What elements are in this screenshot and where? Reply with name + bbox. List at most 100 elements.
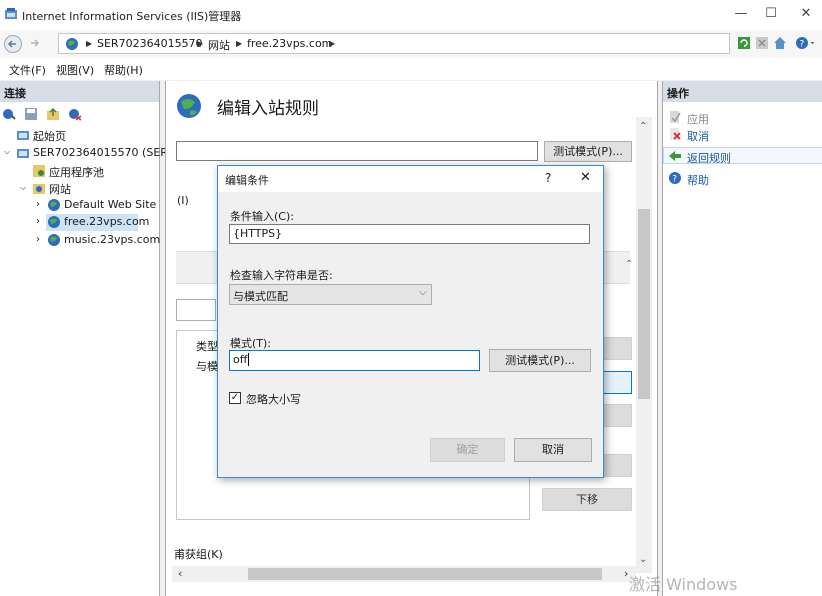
action-apply[interactable]: 应用 xyxy=(687,111,709,127)
home-icon[interactable] xyxy=(773,36,787,53)
title-bar: Internet Information Services (IIS)管理器 —… xyxy=(0,0,822,30)
actions-title: 操作 xyxy=(663,81,822,102)
dialog-close-button[interactable]: ✕ xyxy=(580,170,591,185)
site-globe-icon xyxy=(47,215,61,232)
forward-arrow-icon[interactable] xyxy=(26,35,44,53)
close-window-button[interactable]: ✕ xyxy=(797,6,815,22)
breadcrumb-sites[interactable]: 网站 xyxy=(208,37,230,53)
connections-toolbar xyxy=(0,104,160,124)
scrollbar-thumb[interactable] xyxy=(638,209,650,399)
help-icon: ? xyxy=(668,171,682,188)
site-globe-icon xyxy=(47,233,61,250)
check-if-value: 与模式匹配 xyxy=(233,290,288,303)
app-pool-icon xyxy=(32,164,46,181)
edit-condition-dialog: 编辑条件 ? ✕ 条件输入(C): {HTTPS} 检查输入字符串是否: 与模式… xyxy=(217,165,604,478)
svg-text:?: ? xyxy=(800,40,805,50)
connect-icon[interactable] xyxy=(2,107,16,124)
activation-watermark: 激活 Windows xyxy=(629,575,738,594)
server-icon xyxy=(16,146,30,163)
refresh-icon[interactable] xyxy=(737,36,751,53)
tree-item-app-pools[interactable]: 应用程序池 xyxy=(49,164,104,180)
tree-item-default-site[interactable]: Default Web Site xyxy=(64,198,156,211)
ignore-case-checkbox[interactable]: ✓ xyxy=(229,392,241,404)
apply-icon xyxy=(668,110,682,127)
page-heading: 编辑入站规则 xyxy=(217,99,319,119)
stop-icon[interactable] xyxy=(755,36,769,53)
pattern-field[interactable]: off xyxy=(229,350,480,371)
tree-item-free-site[interactable]: free.23vps.com xyxy=(64,215,149,228)
test-pattern-button[interactable]: 测试模式(P)... xyxy=(489,349,591,372)
window-title: Internet Information Services (IIS)管理器 xyxy=(22,10,242,23)
svg-text:?: ? xyxy=(672,175,677,185)
tree-item-sites[interactable]: 网站 xyxy=(49,181,71,197)
ok-button[interactable]: 确定 xyxy=(430,438,505,462)
chevron-down-icon: ⌵ xyxy=(419,287,427,298)
chevron-right-icon[interactable]: › xyxy=(36,199,40,210)
maximize-button[interactable]: ☐ xyxy=(762,6,780,22)
partial-label: (I) xyxy=(177,194,189,207)
disconnect-icon[interactable] xyxy=(68,107,82,124)
iis-app-icon xyxy=(4,7,18,21)
pattern-label: 模式(T): xyxy=(230,337,272,350)
start-page-icon xyxy=(16,128,30,145)
scroll-up-icon[interactable]: ⌃ xyxy=(639,121,647,132)
cancel-button[interactable]: 取消 xyxy=(514,438,592,462)
back-arrow-icon[interactable] xyxy=(4,35,22,53)
collapse-icon[interactable]: ⌃ xyxy=(625,259,633,270)
connections-panel: 连接 起始页 ⌵ SER702364015570 (SER702 应用程序池 ⌵… xyxy=(0,81,189,596)
scroll-left-icon[interactable]: ‹ xyxy=(178,567,182,580)
breadcrumb-separator-icon: ▶ xyxy=(86,39,93,48)
action-cancel[interactable]: 取消 xyxy=(687,128,709,144)
breadcrumb-site[interactable]: free.23vps.com xyxy=(247,37,332,50)
address-path[interactable]: ▶ SER702364015570 ▶ 网站 ▶ free.23vps.com … xyxy=(58,33,730,54)
dialog-body: 条件输入(C): {HTTPS} 检查输入字符串是否: 与模式匹配 ⌵ 模式(T… xyxy=(218,192,603,477)
text-cursor xyxy=(248,353,250,366)
move-down-button[interactable]: 下移 xyxy=(542,488,632,511)
cancel-icon xyxy=(668,127,682,144)
hscrollbar-thumb[interactable] xyxy=(248,568,602,580)
actions-panel: 操作 应用 取消 返回规则 ? 帮助 xyxy=(662,81,822,596)
dialog-title: 编辑条件 xyxy=(225,174,269,187)
test-pattern-button[interactable]: 测试模式(P)... xyxy=(544,141,632,162)
chevron-down-icon[interactable]: ⌵ xyxy=(4,147,10,157)
scroll-right-icon[interactable]: › xyxy=(624,567,628,580)
breadcrumb-separator-icon: ▶ xyxy=(197,39,204,48)
menu-file[interactable]: 文件(F) xyxy=(9,62,46,78)
condition-input-label: 条件输入(C): xyxy=(230,210,294,223)
menu-view[interactable]: 视图(V) xyxy=(56,62,94,78)
menu-bar: 文件(F) 视图(V) 帮助(H) xyxy=(0,58,822,80)
chevron-right-icon[interactable]: › xyxy=(36,234,40,245)
minimize-button[interactable]: — xyxy=(732,6,750,22)
breadcrumb-server[interactable]: SER702364015570 xyxy=(97,37,203,50)
tree-item-music-site[interactable]: music.23vps.com xyxy=(64,233,160,246)
site-globe-icon xyxy=(47,198,61,215)
dialog-help-button[interactable]: ? xyxy=(545,171,551,185)
back-green-icon xyxy=(668,149,682,166)
connections-title: 连接 xyxy=(0,81,159,102)
action-back-to-rules[interactable]: 返回规则 xyxy=(687,150,731,166)
ignore-case-label: 忽略大小写 xyxy=(246,393,301,406)
url-pattern-field[interactable] xyxy=(176,141,538,161)
breadcrumb-separator-icon: ▶ xyxy=(329,39,336,48)
menu-help[interactable]: 帮助(H) xyxy=(104,62,143,78)
tree-item-start-page[interactable]: 起始页 xyxy=(33,128,66,144)
grid-cell-match: 与模 xyxy=(196,360,218,373)
address-bar: ▶ SER702364015570 ▶ 网站 ▶ free.23vps.com … xyxy=(0,30,822,58)
globe-icon xyxy=(65,37,79,54)
check-if-label: 检查输入字符串是否: xyxy=(230,269,333,282)
pattern-value: off xyxy=(233,353,248,366)
action-help[interactable]: 帮助 xyxy=(687,172,709,188)
logical-grouping-dropdown[interactable] xyxy=(176,299,216,321)
capture-group-label: 甫获组(K) xyxy=(174,548,223,561)
globe-large-icon xyxy=(176,93,202,122)
scroll-down-icon[interactable]: ⌄ xyxy=(639,554,647,565)
chevron-down-icon[interactable]: ⌵ xyxy=(20,183,26,193)
check-if-dropdown[interactable]: 与模式匹配 ⌵ xyxy=(229,284,432,305)
sites-folder-icon xyxy=(32,181,46,198)
save-icon[interactable] xyxy=(24,107,38,124)
condition-input-field[interactable]: {HTTPS} xyxy=(229,224,590,244)
grid-col-type: 类型 xyxy=(196,340,218,353)
help-dropdown-icon[interactable]: ? xyxy=(795,36,817,53)
chevron-right-icon[interactable]: › xyxy=(36,216,40,227)
up-level-icon[interactable] xyxy=(46,107,60,124)
